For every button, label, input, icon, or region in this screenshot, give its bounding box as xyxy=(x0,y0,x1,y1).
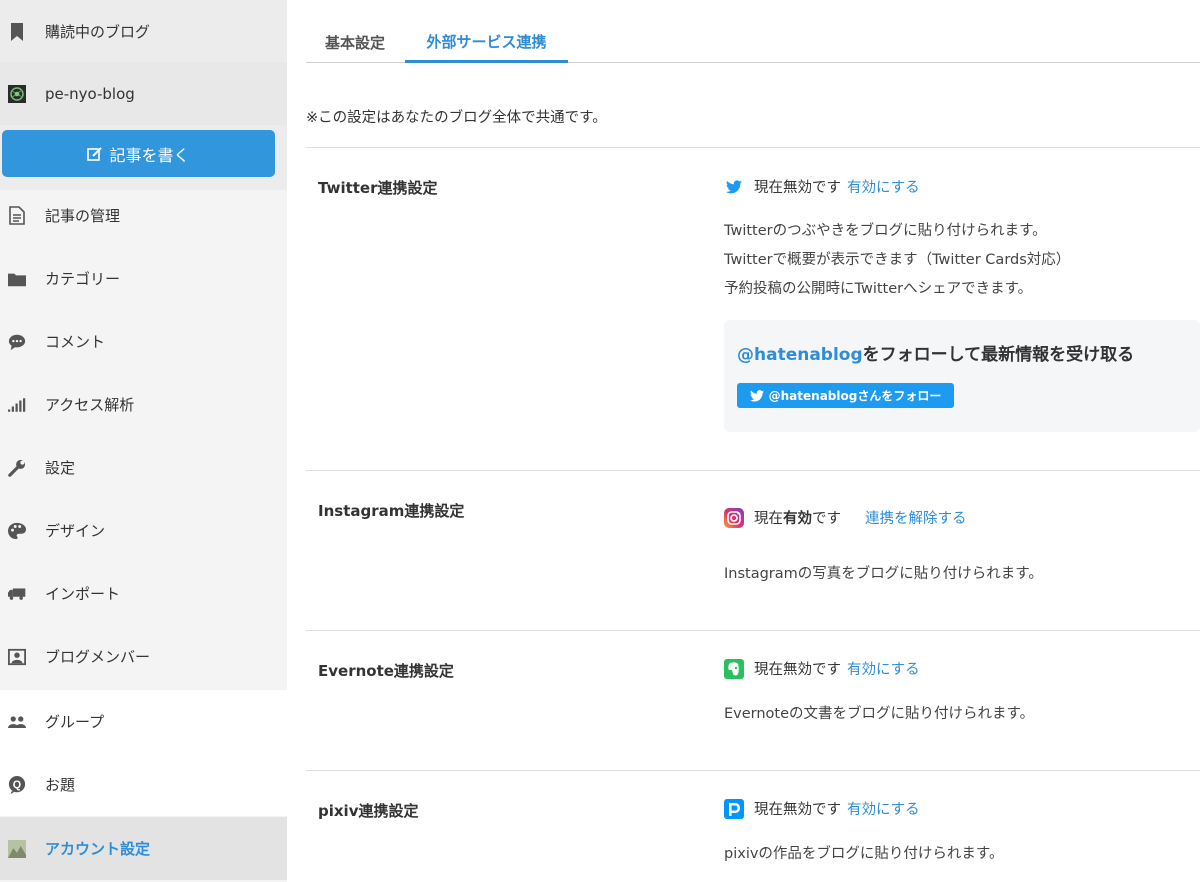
sidebar-item-label: 購読中のブログ xyxy=(45,23,151,41)
pixiv-status: 現在無効です 有効にする xyxy=(724,798,920,819)
main-content: 基本設定 外部サービス連携 ※この設定はあなたのブログ全体で共通です。 Twit… xyxy=(306,0,1200,882)
q-badge-icon: Q xyxy=(8,775,26,794)
divider xyxy=(306,630,1200,631)
twitter-icon xyxy=(749,389,764,402)
evernote-enable-link[interactable]: 有効にする xyxy=(847,658,920,679)
twitter-follow-box: @hatenablogをフォローして最新情報を受け取る @hatenablogさ… xyxy=(724,320,1200,432)
pixiv-enable-link[interactable]: 有効にする xyxy=(847,798,920,819)
instagram-status-text: 現在有効です xyxy=(754,507,841,528)
twitter-enable-link[interactable]: 有効にする xyxy=(847,176,920,197)
instagram-status: 現在有効です 連携を解除する xyxy=(724,507,967,528)
member-icon xyxy=(8,648,26,666)
twitter-status-text: 現在無効です xyxy=(754,180,841,196)
sidebar: 購読中のブログ pe-nyo-blog 記事を書く 記事の管理 カテゴリー コメ… xyxy=(0,0,287,882)
sidebar-item-label: コメント xyxy=(45,333,106,351)
sidebar-item-groups[interactable]: グループ xyxy=(0,690,287,753)
twitter-icon xyxy=(724,177,744,197)
twitter-desc-line: Twitterで概要が表示できます（Twitter Cards対応） xyxy=(724,252,1071,268)
wrench-icon xyxy=(8,459,26,477)
follow-button-label: @hatenablogさんをフォロー xyxy=(768,389,942,403)
comment-icon xyxy=(8,333,26,351)
sidebar-item-label: お題 xyxy=(45,776,76,794)
sidebar-item-label: デザイン xyxy=(45,522,106,540)
sidebar-item-members[interactable]: ブログメンバー xyxy=(0,625,287,688)
group-icon xyxy=(8,713,26,731)
evernote-status-text: 現在無効です xyxy=(754,662,841,678)
blog-avatar xyxy=(8,84,26,103)
sidebar-item-comments[interactable]: コメント xyxy=(0,310,287,373)
sidebar-item-blog[interactable]: pe-nyo-blog xyxy=(0,62,287,125)
divider xyxy=(306,470,1200,471)
sidebar-item-topics[interactable]: Q お題 xyxy=(0,753,287,816)
status-suffix: です xyxy=(812,511,841,527)
tab-basic-settings[interactable]: 基本設定 xyxy=(306,22,404,63)
sidebar-item-label: 記事の管理 xyxy=(45,207,121,225)
sidebar-item-settings[interactable]: 設定 xyxy=(0,436,287,499)
follow-heading-text: をフォローして最新情報を受け取る xyxy=(862,345,1135,365)
status-strong: 有効 xyxy=(783,511,812,527)
sidebar-item-label: アクセス解析 xyxy=(45,396,135,414)
sidebar-item-account-settings[interactable]: アカウント設定 xyxy=(0,817,287,880)
sidebar-item-design[interactable]: デザイン xyxy=(0,499,287,562)
instagram-disconnect-link[interactable]: 連携を解除する xyxy=(865,507,967,528)
follow-heading: @hatenablogをフォローして最新情報を受け取る xyxy=(737,340,1134,365)
tab-external-services[interactable]: 外部サービス連携 xyxy=(405,22,568,63)
sidebar-item-articles[interactable]: 記事の管理 xyxy=(0,184,287,247)
account-avatar xyxy=(8,839,26,858)
settings-tabs: 基本設定 外部サービス連携 xyxy=(306,22,1200,63)
divider xyxy=(306,770,1200,771)
status-prefix: 現在 xyxy=(754,511,783,527)
sidebar-item-label: 設定 xyxy=(45,459,76,477)
sidebar-item-import[interactable]: インポート xyxy=(0,562,287,625)
pixiv-status-text: 現在無効です xyxy=(754,802,841,818)
svg-text:Q: Q xyxy=(13,779,21,791)
write-article-button[interactable]: 記事を書く xyxy=(2,130,275,177)
pixiv-description: pixivの作品をブログに貼り付けられます。 xyxy=(724,846,1004,862)
sidebar-item-subscriptions[interactable]: 購読中のブログ xyxy=(0,0,287,63)
sidebar-item-label: アカウント設定 xyxy=(45,840,151,858)
evernote-description: Evernoteの文書をブログに貼り付けられます。 xyxy=(724,706,1035,722)
bar-chart-icon xyxy=(8,396,26,414)
instagram-section-title: Instagram連携設定 xyxy=(318,502,465,520)
palette-icon xyxy=(8,522,26,540)
evernote-status: 現在無効です 有効にする xyxy=(724,658,920,679)
twitter-status: 現在無効です 有効にする xyxy=(724,176,920,197)
sidebar-item-label: ブログメンバー xyxy=(45,648,151,666)
document-icon xyxy=(8,206,26,225)
pixiv-section-title: pixiv連携設定 xyxy=(318,802,419,820)
pixiv-icon xyxy=(724,798,744,819)
twitter-desc-line: Twitterのつぶやきをブログに貼り付けられます。 xyxy=(724,223,1047,239)
sidebar-item-label: カテゴリー xyxy=(45,270,121,288)
twitter-description: Twitterのつぶやきをブログに貼り付けられます。 Twitterで概要が表示… xyxy=(724,217,1070,304)
evernote-icon xyxy=(724,658,744,679)
instagram-icon xyxy=(724,507,744,528)
evernote-section-title: Evernote連携設定 xyxy=(318,662,454,680)
bookmark-icon xyxy=(8,22,26,41)
truck-icon xyxy=(8,585,26,603)
twitter-follow-button[interactable]: @hatenablogさんをフォロー xyxy=(737,383,954,408)
twitter-desc-line: 予約投稿の公開時にTwitterへシェアできます。 xyxy=(724,281,1033,297)
settings-note: ※この設定はあなたのブログ全体で共通です。 xyxy=(306,110,607,126)
sidebar-item-analytics[interactable]: アクセス解析 xyxy=(0,373,287,436)
sidebar-item-label: グループ xyxy=(45,713,105,731)
twitter-section-title: Twitter連携設定 xyxy=(318,179,438,197)
write-article-label: 記事を書く xyxy=(109,145,190,165)
follow-handle-link[interactable]: @hatenablog xyxy=(737,345,863,365)
instagram-description: Instagramの写真をブログに貼り付けられます。 xyxy=(724,566,1043,582)
folder-icon xyxy=(8,270,26,288)
sidebar-item-categories[interactable]: カテゴリー xyxy=(0,247,287,310)
sidebar-blog-name: pe-nyo-blog xyxy=(45,84,135,103)
edit-icon xyxy=(87,146,103,162)
divider xyxy=(306,147,1200,148)
sidebar-item-label: インポート xyxy=(45,585,121,603)
